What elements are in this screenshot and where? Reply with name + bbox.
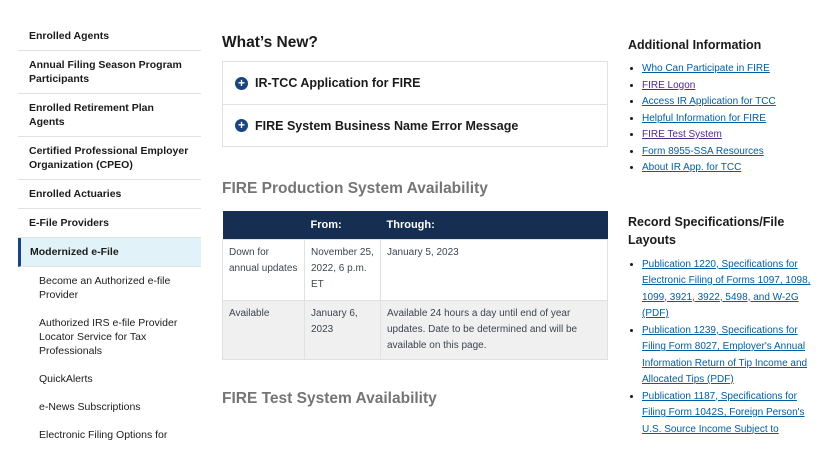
sidebar-item-enrolled-retirement-plan-agents[interactable]: Enrolled Retirement Plan Agents <box>18 94 201 137</box>
sidebar-item-afsp-participants[interactable]: Annual Filing Season Program Participant… <box>18 51 201 94</box>
sidebar-item-enrolled-agents[interactable]: Enrolled Agents <box>18 22 201 51</box>
link-fire-test-system[interactable]: FIRE Test System <box>642 129 722 140</box>
sidebar-subitem-become-provider[interactable]: Become an Authorized e-file Provider <box>18 267 201 309</box>
whats-new-heading: What’s New? <box>222 34 318 51</box>
sidebar-nav: Enrolled Agents Annual Filing Season Pro… <box>18 22 201 449</box>
main-content: What’s New? + IR-TCC Application for FIR… <box>222 34 608 408</box>
additional-information-heading: Additional Information <box>628 38 762 52</box>
accordion-business-name-error[interactable]: + FIRE System Business Name Error Messag… <box>223 104 607 146</box>
plus-circle-icon: + <box>235 76 248 90</box>
list-item: Who Can Participate in FIRE <box>642 61 816 78</box>
table-header-cell: Through: <box>380 211 608 240</box>
list-item: About IR App. for TCC <box>642 160 816 177</box>
table-row: Down for annual updates November 25, 202… <box>222 239 608 301</box>
record-specifications-heading: Record Specifications/File Layouts <box>628 214 785 247</box>
list-item: Publication 1239, Specifications for Fil… <box>642 323 816 389</box>
table-cell: Available 24 hours a day until end of ye… <box>380 300 608 360</box>
right-sidebar: Additional Information Who Can Participa… <box>628 36 816 438</box>
sidebar-item-cpeo[interactable]: Certified Professional Employer Organiza… <box>18 137 201 180</box>
table-header-row: From: Through: <box>222 211 608 240</box>
list-item: Form 8955-SSA Resources <box>642 144 816 161</box>
list-item: Access IR Application for TCC <box>642 94 816 111</box>
list-item: Helpful Information for FIRE <box>642 111 816 128</box>
test-availability-heading: FIRE Test System Availability <box>222 390 437 407</box>
availability-table: From: Through: Down for annual updates N… <box>222 211 608 360</box>
link-access-ir-application[interactable]: Access IR Application for TCC <box>642 96 776 107</box>
accordion-label: IR-TCC Application for FIRE <box>255 76 421 90</box>
table-cell: November 25, 2022, 6 p.m. ET <box>304 239 381 301</box>
sidebar-item-enrolled-actuaries[interactable]: Enrolled Actuaries <box>18 180 201 209</box>
sidebar-item-modernized-e-file[interactable]: Modernized e-File <box>18 238 201 267</box>
sidebar-subitem-quickalerts[interactable]: QuickAlerts <box>18 365 201 393</box>
list-item: FIRE Test System <box>642 127 816 144</box>
accordion-ir-tcc-application[interactable]: + IR-TCC Application for FIRE <box>223 62 607 104</box>
sidebar-subitem-provider-locator[interactable]: Authorized IRS e-file Provider Locator S… <box>18 309 201 365</box>
sidebar-subitem-e-news-subscriptions[interactable]: e-News Subscriptions <box>18 393 201 421</box>
sidebar-item-e-file-providers[interactable]: E-File Providers <box>18 209 201 238</box>
whats-new-accordion: + IR-TCC Application for FIRE + FIRE Sys… <box>222 61 608 147</box>
table-cell: January 6, 2023 <box>304 300 381 360</box>
plus-circle-icon: + <box>235 119 248 132</box>
table-header-cell: From: <box>304 211 381 240</box>
link-who-can-participate[interactable]: Who Can Participate in FIRE <box>642 63 770 74</box>
table-row: Available January 6, 2023 Available 24 h… <box>222 300 608 360</box>
link-publication-1220[interactable]: Publication 1220, Specifications for Ele… <box>642 259 810 320</box>
list-item: Publication 1220, Specifications for Ele… <box>642 257 816 323</box>
link-publication-1187[interactable]: Publication 1187, Specifications for Fil… <box>642 391 805 435</box>
table-header-cell <box>222 211 305 240</box>
accordion-label: FIRE System Business Name Error Message <box>255 118 519 133</box>
link-publication-1239[interactable]: Publication 1239, Specifications for Fil… <box>642 325 807 386</box>
table-cell: Down for annual updates <box>222 239 305 301</box>
record-specifications-list: Publication 1220, Specifications for Ele… <box>628 257 816 439</box>
additional-information-list: Who Can Participate in FIRE FIRE Logon A… <box>628 61 816 177</box>
production-availability-heading: FIRE Production System Availability <box>222 180 488 197</box>
table-cell: January 5, 2023 <box>380 239 608 301</box>
link-about-ir-app[interactable]: About IR App. for TCC <box>642 162 741 173</box>
list-item: Publication 1187, Specifications for Fil… <box>642 389 816 439</box>
link-fire-logon[interactable]: FIRE Logon <box>642 80 695 91</box>
list-item: FIRE Logon <box>642 78 816 95</box>
link-helpful-information[interactable]: Helpful Information for FIRE <box>642 113 766 124</box>
table-cell: Available <box>222 300 305 360</box>
link-form-8955-ssa[interactable]: Form 8955-SSA Resources <box>642 146 764 157</box>
sidebar-subitem-electronic-filing-options[interactable]: Electronic Filing Options for <box>18 421 201 449</box>
